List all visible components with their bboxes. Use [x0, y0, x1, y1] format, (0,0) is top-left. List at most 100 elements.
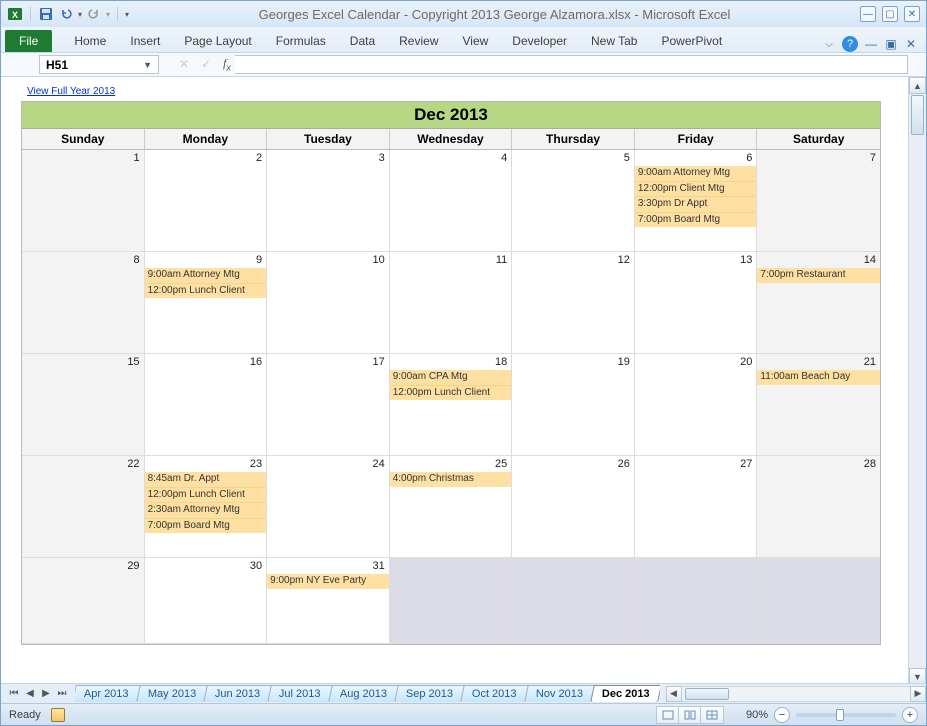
- sheet-tab-jun-2013[interactable]: Jun 2013: [203, 685, 272, 702]
- calendar-cell[interactable]: 11: [390, 252, 513, 354]
- calendar-cell[interactable]: 17: [267, 354, 390, 456]
- ribbon-tab-page-layout[interactable]: Page Layout: [172, 30, 263, 52]
- help-icon[interactable]: ?: [842, 36, 858, 52]
- calendar-cell[interactable]: 20: [635, 354, 758, 456]
- ribbon-tab-data[interactable]: Data: [338, 30, 387, 52]
- tab-first-button[interactable]: ⏮: [7, 688, 21, 699]
- file-tab[interactable]: File: [5, 30, 52, 52]
- calendar-event[interactable]: 7:00pm Board Mtg: [145, 519, 267, 534]
- calendar-cell[interactable]: 238:45am Dr. Appt12:00pm Lunch Client2:3…: [145, 456, 268, 558]
- horizontal-scrollbar[interactable]: ◀ ▶: [666, 686, 927, 702]
- workbook-restore-icon[interactable]: ▣: [884, 37, 898, 51]
- page-break-view-button[interactable]: [701, 707, 723, 723]
- sheet-tab-jul-2013[interactable]: Jul 2013: [267, 685, 332, 702]
- calendar-event[interactable]: 3:30pm Dr Appt: [635, 197, 757, 213]
- calendar-event[interactable]: 12:00pm Lunch Client: [145, 488, 267, 504]
- undo-icon[interactable]: [58, 6, 74, 22]
- tab-last-button[interactable]: ⏭: [55, 688, 69, 699]
- scroll-thumb[interactable]: [911, 95, 924, 135]
- calendar-cell[interactable]: 99:00am Attorney Mtg12:00pm Lunch Client: [145, 252, 268, 354]
- calendar-cell[interactable]: 15: [22, 354, 145, 456]
- calendar-event[interactable]: 9:00pm NY Eve Party: [267, 574, 389, 589]
- ribbon-tab-home[interactable]: Home: [62, 30, 118, 52]
- maximize-button[interactable]: ▢: [882, 6, 898, 22]
- calendar-cell[interactable]: 254:00pm Christmas: [390, 456, 513, 558]
- calendar-event[interactable]: 7:00pm Restaurant: [757, 268, 880, 283]
- formula-input[interactable]: [235, 55, 908, 74]
- calendar-cell[interactable]: 29: [22, 558, 145, 644]
- calendar-cell[interactable]: 2111:00am Beach Day: [757, 354, 880, 456]
- zoom-percent[interactable]: 90%: [734, 709, 768, 721]
- ribbon-minimize-icon[interactable]: ⌵: [822, 37, 836, 51]
- workbook-minimize-icon[interactable]: —: [864, 37, 878, 51]
- calendar-event[interactable]: 9:00am Attorney Mtg: [145, 268, 267, 284]
- name-box[interactable]: H51 ▼: [39, 55, 159, 74]
- zoom-slider[interactable]: [796, 713, 896, 717]
- calendar-event[interactable]: 7:00pm Board Mtg: [635, 213, 757, 228]
- fx-icon[interactable]: fx: [219, 56, 235, 72]
- sheet-tab-dec-2013[interactable]: Dec 2013: [590, 685, 660, 702]
- calendar-cell[interactable]: 189:00am CPA Mtg12:00pm Lunch Client: [390, 354, 513, 456]
- redo-icon[interactable]: [86, 6, 102, 22]
- calendar-cell[interactable]: 1: [22, 150, 145, 252]
- zoom-out-button[interactable]: −: [774, 707, 790, 723]
- calendar-event[interactable]: 11:00am Beach Day: [757, 370, 880, 385]
- hscroll-left-button[interactable]: ◀: [666, 686, 682, 702]
- calendar-cell[interactable]: 22: [22, 456, 145, 558]
- worksheet-grid[interactable]: View Full Year 2013 Dec 2013 SundayMonda…: [1, 77, 908, 703]
- page-layout-view-button[interactable]: [679, 707, 701, 723]
- calendar-cell[interactable]: 27: [635, 456, 758, 558]
- calendar-event[interactable]: 4:00pm Christmas: [390, 472, 512, 487]
- tab-prev-button[interactable]: ◀: [23, 688, 37, 699]
- calendar-event[interactable]: 12:00pm Lunch Client: [390, 386, 512, 401]
- calendar-cell[interactable]: 19: [512, 354, 635, 456]
- ribbon-tab-formulas[interactable]: Formulas: [264, 30, 338, 52]
- calendar-cell[interactable]: 4: [390, 150, 513, 252]
- name-box-dropdown-icon[interactable]: ▼: [143, 60, 152, 70]
- calendar-event[interactable]: 12:00pm Lunch Client: [145, 284, 267, 299]
- calendar-cell[interactable]: 2: [145, 150, 268, 252]
- macro-record-icon[interactable]: [51, 708, 65, 722]
- calendar-cell[interactable]: 7: [757, 150, 880, 252]
- ribbon-tab-developer[interactable]: Developer: [500, 30, 579, 52]
- minimize-button[interactable]: —: [860, 6, 876, 22]
- vertical-scrollbar[interactable]: ▲ ▼: [908, 77, 926, 703]
- ribbon-tab-review[interactable]: Review: [387, 30, 450, 52]
- ribbon-tab-powerpivot[interactable]: PowerPivot: [649, 30, 734, 52]
- hscroll-right-button[interactable]: ▶: [910, 686, 926, 702]
- normal-view-button[interactable]: [657, 707, 679, 723]
- calendar-event[interactable]: 8:45am Dr. Appt: [145, 472, 267, 488]
- hscroll-track[interactable]: [682, 686, 911, 702]
- calendar-cell[interactable]: 147:00pm Restaurant: [757, 252, 880, 354]
- calendar-cell[interactable]: 8: [22, 252, 145, 354]
- sheet-tab-aug-2013[interactable]: Aug 2013: [328, 685, 399, 702]
- sheet-tab-nov-2013[interactable]: Nov 2013: [524, 685, 595, 702]
- sheet-tab-may-2013[interactable]: May 2013: [136, 685, 208, 702]
- close-button[interactable]: ✕: [904, 6, 920, 22]
- ribbon-tab-view[interactable]: View: [451, 30, 501, 52]
- sheet-tab-sep-2013[interactable]: Sep 2013: [394, 685, 465, 702]
- zoom-slider-knob[interactable]: [836, 709, 844, 721]
- sheet-tab-apr-2013[interactable]: Apr 2013: [75, 685, 140, 702]
- calendar-event[interactable]: 2:30am Attorney Mtg: [145, 503, 267, 519]
- sheet-tab-oct-2013[interactable]: Oct 2013: [460, 685, 528, 702]
- calendar-cell[interactable]: 319:00pm NY Eve Party: [267, 558, 390, 644]
- workbook-close-icon[interactable]: ✕: [904, 37, 918, 51]
- calendar-cell[interactable]: 26: [512, 456, 635, 558]
- calendar-event[interactable]: 9:00am Attorney Mtg: [635, 166, 757, 182]
- tab-next-button[interactable]: ▶: [39, 688, 53, 699]
- calendar-cell[interactable]: 30: [145, 558, 268, 644]
- calendar-cell[interactable]: 5: [512, 150, 635, 252]
- calendar-cell[interactable]: 12: [512, 252, 635, 354]
- ribbon-tab-new-tab[interactable]: New Tab: [579, 30, 649, 52]
- calendar-event[interactable]: 12:00pm Client Mtg: [635, 182, 757, 198]
- ribbon-tab-insert[interactable]: Insert: [118, 30, 172, 52]
- calendar-cell[interactable]: 28: [757, 456, 880, 558]
- zoom-in-button[interactable]: +: [902, 707, 918, 723]
- hscroll-thumb[interactable]: [685, 688, 729, 700]
- calendar-cell[interactable]: 3: [267, 150, 390, 252]
- calendar-event[interactable]: 9:00am CPA Mtg: [390, 370, 512, 386]
- calendar-cell[interactable]: 24: [267, 456, 390, 558]
- calendar-cell[interactable]: 16: [145, 354, 268, 456]
- save-icon[interactable]: [38, 6, 54, 22]
